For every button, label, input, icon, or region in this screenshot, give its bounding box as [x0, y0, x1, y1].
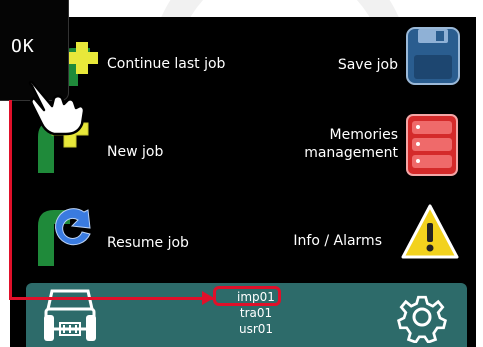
memories-management-button[interactable]: Memories management	[290, 112, 468, 178]
resume-job-icon	[38, 208, 91, 266]
hand-pointer-icon	[28, 80, 86, 136]
resume-job-button[interactable]: Resume job	[34, 202, 234, 266]
server-rack-icon	[406, 114, 458, 176]
profile-tractor: tra01	[239, 306, 273, 320]
memories-management-label-line1: Memories	[329, 127, 398, 143]
info-alarms-button[interactable]: Info / Alarms	[290, 199, 468, 265]
save-job-label: Save job	[337, 57, 398, 73]
resume-job-label: Resume job	[107, 235, 189, 251]
save-job-button[interactable]: Save job	[310, 27, 468, 89]
floppy-disk-icon	[406, 27, 460, 85]
warning-triangle-icon	[401, 204, 459, 259]
memories-management-label-line2: management	[304, 145, 398, 161]
new-job-label: New job	[107, 144, 164, 160]
callout-line-vertical	[9, 100, 12, 300]
tractor-icon[interactable]	[42, 287, 98, 345]
callout-line-horizontal	[9, 297, 215, 300]
profile-user: usr01	[238, 322, 274, 336]
settings-gear-icon[interactable]	[394, 291, 450, 343]
continue-last-job-button[interactable]: Continue last job	[60, 42, 250, 86]
continue-last-job-label: Continue last job	[107, 56, 226, 72]
ok-button[interactable]: OK	[11, 36, 35, 57]
profile-highlight-box	[213, 286, 281, 306]
info-alarms-label: Info / Alarms	[293, 233, 382, 249]
